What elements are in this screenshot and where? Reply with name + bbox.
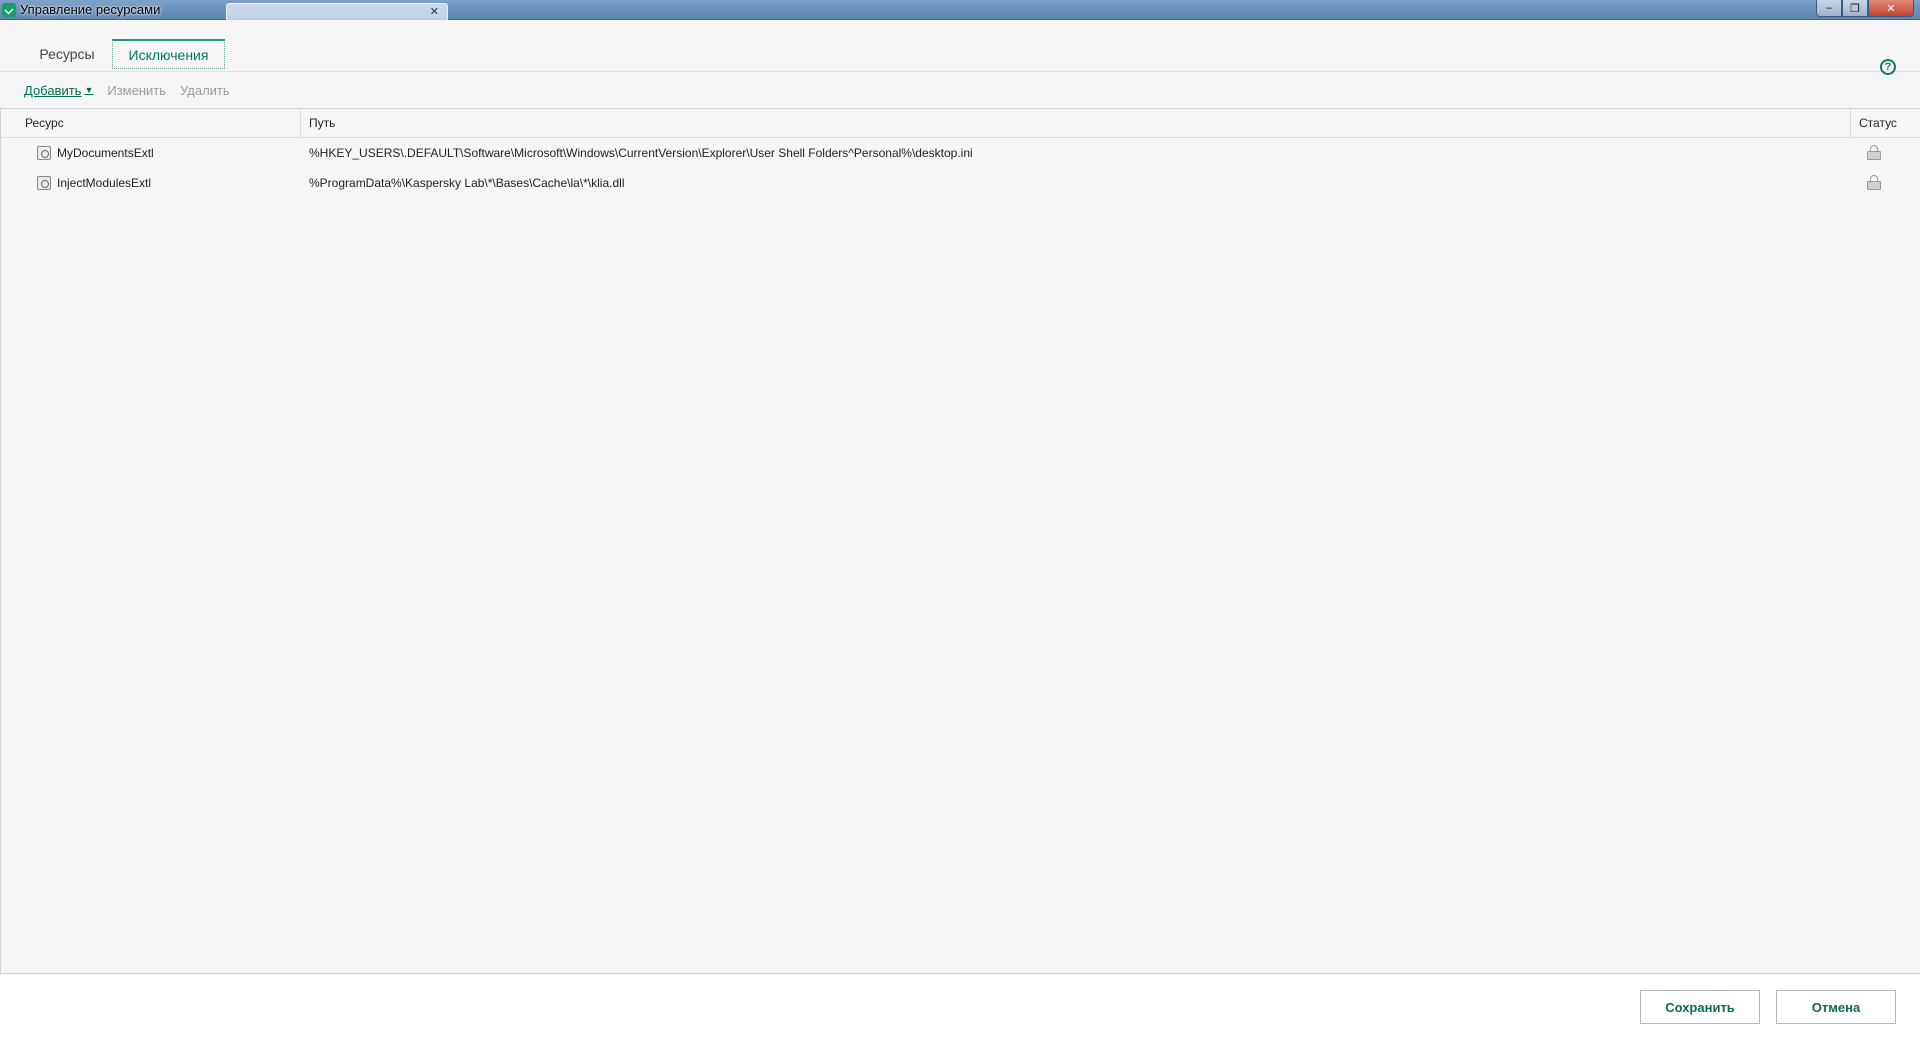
status-cell <box>1851 145 1920 161</box>
footer: Сохранить Отмена <box>0 975 1920 1040</box>
exclusions-table: Ресурс Путь Статус MyDocumentsExtl %HKEY… <box>0 108 1920 974</box>
close-icon[interactable]: ✕ <box>430 5 439 18</box>
chevron-down-icon: ▼ <box>84 85 94 95</box>
window-title: Управление ресурсами <box>20 2 161 17</box>
column-header-path[interactable]: Путь <box>301 109 1851 137</box>
tab-resources[interactable]: Ресурсы <box>28 39 106 69</box>
path-cell: %HKEY_USERS\.DEFAULT\Software\Microsoft\… <box>309 146 973 160</box>
status-cell <box>1851 175 1920 191</box>
tab-bar: Ресурсы Исключения ? <box>0 20 1920 75</box>
close-window-button[interactable]: ✕ <box>1868 0 1914 17</box>
save-button[interactable]: Сохранить <box>1640 990 1760 1024</box>
delete-button[interactable]: Удалить <box>180 83 230 98</box>
table-row[interactable]: MyDocumentsExtl %HKEY_USERS\.DEFAULT\Sof… <box>1 138 1920 168</box>
resource-cell: MyDocumentsExtl <box>1 146 301 160</box>
cancel-button[interactable]: Отмена <box>1776 990 1896 1024</box>
window-controls: ‒ ❐ ✕ <box>1816 0 1914 17</box>
column-header-resource[interactable]: Ресурс <box>1 109 301 137</box>
column-header-status[interactable]: Статус <box>1851 109 1920 137</box>
tab-exclusions[interactable]: Исключения <box>112 39 225 69</box>
resource-name: MyDocumentsExtl <box>57 146 154 160</box>
resource-cell: InjectModulesExtl <box>1 176 301 190</box>
registry-file-icon <box>37 146 51 160</box>
table-row[interactable]: InjectModulesExtl %ProgramData%\Kaspersk… <box>1 168 1920 198</box>
kaspersky-shield-icon <box>2 2 16 17</box>
toolbar: Добавить ▼ Изменить Удалить <box>0 73 1920 107</box>
resource-name: InjectModulesExtl <box>57 176 152 190</box>
lock-icon <box>1867 175 1881 191</box>
path-cell: %ProgramData%\Kaspersky Lab\*\Bases\Cach… <box>309 176 625 190</box>
maximize-button[interactable]: ❐ <box>1842 0 1868 17</box>
lock-icon <box>1867 145 1881 161</box>
background-window-tab[interactable]: ✕ <box>226 3 448 20</box>
add-button[interactable]: Добавить ▼ <box>24 83 93 98</box>
table-header: Ресурс Путь Статус <box>1 109 1920 138</box>
file-icon <box>37 176 51 190</box>
add-button-label: Добавить <box>24 82 82 98</box>
edit-button[interactable]: Изменить <box>107 83 166 98</box>
minimize-button[interactable]: ‒ <box>1816 0 1842 17</box>
title-bar: Управление ресурсами ✕ ‒ ❐ ✕ <box>0 0 1920 20</box>
